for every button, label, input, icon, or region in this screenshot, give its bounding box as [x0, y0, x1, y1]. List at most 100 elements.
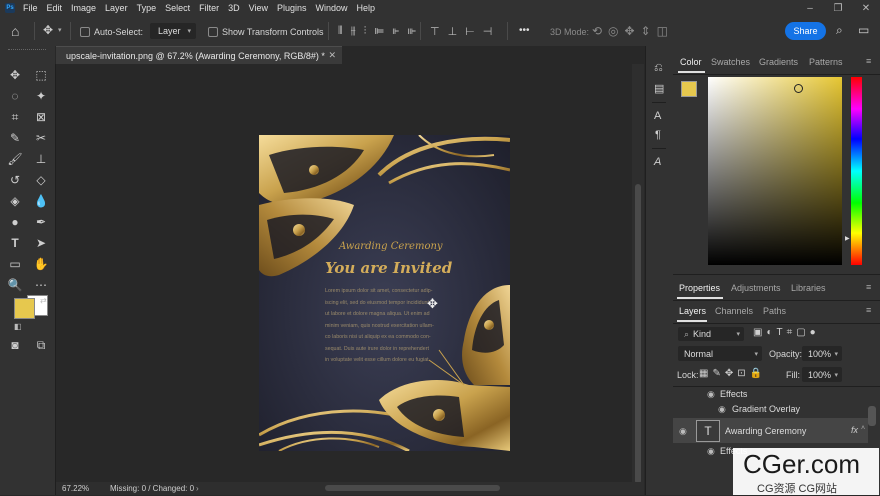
- clone-stamp-icon[interactable]: ⊥: [32, 150, 50, 168]
- visibility-eye-icon[interactable]: ◉: [679, 426, 687, 437]
- tab-adjustments[interactable]: Adjustments: [731, 283, 781, 293]
- color-picker-marker[interactable]: [794, 84, 803, 93]
- default-colors-icon[interactable]: ◧: [14, 322, 22, 331]
- visibility-eye-icon[interactable]: ◉: [718, 404, 726, 415]
- paint-bucket-icon[interactable]: ◈: [6, 192, 24, 210]
- tab-libraries[interactable]: Libraries: [791, 283, 826, 293]
- eyedropper-icon[interactable]: ✎: [6, 129, 24, 147]
- brush-tool-icon[interactable]: 🖌: [6, 150, 24, 168]
- swap-colors-icon[interactable]: ⇄: [40, 296, 47, 305]
- horizontal-scroll-thumb[interactable]: [325, 485, 500, 491]
- eraser-icon[interactable]: ◇: [32, 171, 50, 189]
- move-tool-icon[interactable]: ✥: [6, 66, 24, 84]
- dodge-tool-icon[interactable]: ●: [6, 213, 24, 231]
- menu-file[interactable]: File: [23, 3, 38, 13]
- workspace-icon[interactable]: ▭: [858, 23, 869, 37]
- menu-image[interactable]: Image: [71, 3, 96, 13]
- visibility-eye-icon[interactable]: ◉: [707, 389, 715, 400]
- move-tool-icon[interactable]: ✥: [43, 23, 53, 37]
- close-tab-icon[interactable]: ✕: [328, 50, 336, 61]
- fill-field[interactable]: 100% ▾: [802, 367, 842, 382]
- zoom-tool-icon[interactable]: 🔍: [6, 276, 24, 294]
- tab-color[interactable]: Color: [680, 57, 702, 67]
- more-tools-icon[interactable]: ⋯: [32, 276, 50, 294]
- screen-mode-icon[interactable]: ⧉: [32, 336, 50, 354]
- chevron-down-icon[interactable]: ▾: [58, 26, 62, 34]
- tab-gradients[interactable]: Gradients: [759, 57, 798, 67]
- layer-row-awarding-ceremony[interactable]: ◉ T Awarding Ceremony fx ˄: [673, 418, 868, 443]
- paragraph-icon[interactable]: ¶: [655, 129, 661, 141]
- vertical-scrollbar[interactable]: [632, 64, 644, 484]
- tab-paths[interactable]: Paths: [763, 306, 786, 316]
- tab-swatches[interactable]: Swatches: [711, 57, 750, 67]
- zoom-level[interactable]: 67.22%: [62, 484, 89, 493]
- magic-wand-icon[interactable]: ✦: [32, 87, 50, 105]
- share-button[interactable]: Share: [785, 22, 826, 40]
- panel-menu-icon[interactable]: ≡: [866, 305, 871, 315]
- tab-channels[interactable]: Channels: [715, 306, 753, 316]
- close-icon[interactable]: ✕: [852, 3, 880, 14]
- auto-select-checkbox[interactable]: [80, 27, 90, 37]
- healing-brush-icon[interactable]: ✂: [32, 129, 50, 147]
- menu-filter[interactable]: Filter: [199, 3, 219, 13]
- layer-filter-icons[interactable]: ▣◐T⌗▢●: [753, 327, 820, 338]
- opacity-field[interactable]: 100% ▾: [802, 346, 842, 361]
- layers-scroll-thumb[interactable]: [868, 406, 876, 426]
- fx-icon[interactable]: fx: [851, 425, 858, 435]
- lock-icons[interactable]: ▦✎✥⊡🔒: [699, 368, 766, 379]
- photoshop-logo-icon[interactable]: Ps: [5, 3, 15, 13]
- visibility-eye-icon[interactable]: ◉: [707, 446, 715, 457]
- hue-slider[interactable]: [851, 77, 862, 265]
- auto-select-target-dropdown[interactable]: Layer ▾: [150, 23, 196, 39]
- hue-slider-handle-icon[interactable]: ▶: [845, 235, 850, 242]
- panel-foreground-swatch[interactable]: [681, 81, 697, 97]
- type-tool-icon[interactable]: T: [6, 234, 24, 252]
- align-icons[interactable]: ⫴⫵⫶⊫⊩⊪: [338, 25, 424, 38]
- menu-select[interactable]: Select: [165, 3, 190, 13]
- menu-type[interactable]: Type: [137, 3, 157, 13]
- invitation-document[interactable]: Awarding Ceremony You are Invited Lorem …: [259, 135, 510, 451]
- blend-mode-dropdown[interactable]: Normal ▾: [678, 346, 762, 361]
- foreground-color-swatch[interactable]: [14, 298, 35, 319]
- crop-tool-icon[interactable]: ⌗: [6, 108, 24, 126]
- gradient-overlay-row[interactable]: ◉ Gradient Overlay: [673, 402, 868, 416]
- layer-effects-row[interactable]: ◉ Effects: [673, 387, 868, 401]
- color-picker-field[interactable]: [708, 77, 842, 265]
- home-icon[interactable]: ⌂: [11, 23, 19, 39]
- vertical-scroll-thumb[interactable]: [635, 184, 641, 484]
- layer-name[interactable]: Awarding Ceremony: [725, 426, 806, 436]
- history-icon[interactable]: ⎌: [654, 62, 663, 75]
- panel-menu-icon[interactable]: ≡: [866, 56, 871, 66]
- distribute-icons[interactable]: ⊤⊥⊢⊣: [430, 25, 500, 38]
- status-chevron-icon[interactable]: ›: [196, 484, 199, 493]
- menu-3d[interactable]: 3D: [228, 3, 240, 13]
- show-transform-checkbox[interactable]: [208, 27, 218, 37]
- menu-help[interactable]: Help: [357, 3, 376, 13]
- hand-tool-icon[interactable]: ✋: [32, 255, 50, 273]
- menu-window[interactable]: Window: [316, 3, 348, 13]
- comment-icon[interactable]: ▤: [654, 82, 664, 95]
- character-icon[interactable]: A: [654, 110, 661, 122]
- frame-tool-icon[interactable]: ⊠: [32, 108, 50, 126]
- history-brush-icon[interactable]: ↺: [6, 171, 24, 189]
- lasso-tool-icon[interactable]: ◌: [6, 87, 24, 105]
- menu-edit[interactable]: Edit: [47, 3, 63, 13]
- minimize-icon[interactable]: –: [796, 3, 824, 14]
- blur-tool-icon[interactable]: 💧: [32, 192, 50, 210]
- glyphs-icon[interactable]: A: [654, 156, 661, 168]
- 3d-mode-icons[interactable]: ⟲◎✥⇕◫: [592, 24, 674, 38]
- menu-view[interactable]: View: [249, 3, 268, 13]
- document-tab[interactable]: upscale-invitation.png @ 67.2% (Awarding…: [56, 46, 342, 64]
- layer-filter-kind-dropdown[interactable]: ⌕ Kind ▾: [678, 327, 744, 341]
- more-options-button[interactable]: •••: [519, 25, 530, 36]
- tab-patterns[interactable]: Patterns: [809, 57, 843, 67]
- tab-properties[interactable]: Properties: [679, 283, 720, 293]
- search-icon[interactable]: ⌕: [836, 23, 843, 38]
- chevron-up-icon[interactable]: ˄: [861, 425, 865, 432]
- marquee-tool-icon[interactable]: ⬚: [32, 66, 50, 84]
- quick-mask-icon[interactable]: ◙: [6, 336, 24, 354]
- rectangle-tool-icon[interactable]: ▭: [6, 255, 24, 273]
- panel-menu-icon[interactable]: ≡: [866, 282, 871, 292]
- menu-layer[interactable]: Layer: [105, 3, 128, 13]
- maximize-icon[interactable]: ❐: [824, 3, 852, 14]
